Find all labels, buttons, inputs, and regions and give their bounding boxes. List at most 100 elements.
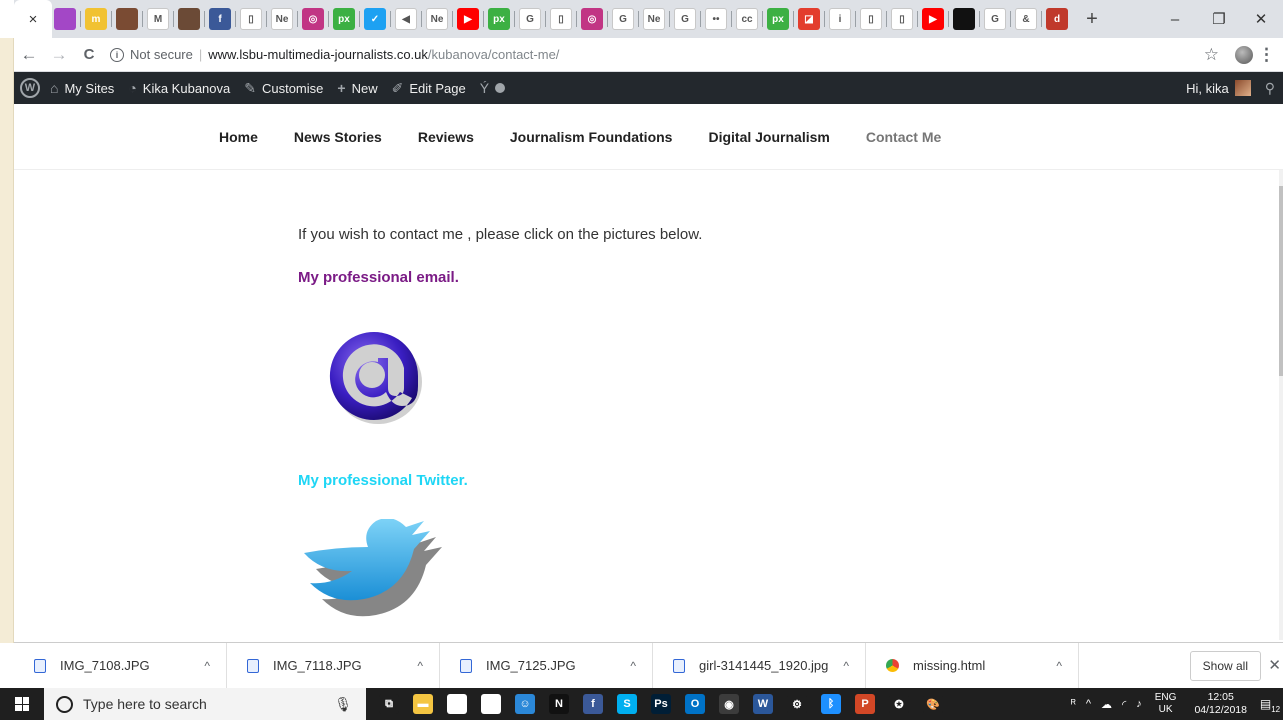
settings-icon[interactable]: ⚙: [787, 694, 807, 714]
google-icon[interactable]: G: [519, 8, 541, 30]
nav-news-stories[interactable]: News Stories: [294, 129, 382, 145]
page-icon[interactable]: ▯: [891, 8, 913, 30]
chevron-up-icon[interactable]: ^: [417, 659, 423, 673]
chevron-up-icon[interactable]: ^: [204, 659, 210, 673]
page-icon[interactable]: ▯: [550, 8, 572, 30]
nav-contact-me[interactable]: Contact Me: [866, 129, 941, 145]
download-item[interactable]: missing.html ^: [866, 642, 1079, 689]
active-tab[interactable]: ×: [14, 0, 52, 38]
outlook-icon[interactable]: O: [685, 694, 705, 714]
site-logo-icon[interactable]: m: [85, 8, 107, 30]
xbox-icon[interactable]: ✪: [889, 694, 909, 714]
email-at-icon[interactable]: [324, 326, 424, 426]
twitter-icon[interactable]: ✓: [364, 8, 386, 30]
reload-button[interactable]: C: [74, 46, 104, 63]
word-icon[interactable]: W: [753, 694, 773, 714]
wp-item-site-name[interactable]: ◔ Kika Kubanova: [128, 80, 230, 96]
microphone-icon[interactable]: 🎙: [334, 696, 352, 713]
person-photo-icon[interactable]: [178, 8, 200, 30]
mail-icon[interactable]: ✉: [481, 694, 501, 714]
people-icon[interactable]: ᴿ: [1071, 698, 1076, 710]
download-item[interactable]: IMG_7125.JPG ^: [440, 642, 653, 689]
facebook-icon[interactable]: f: [209, 8, 231, 30]
language-indicator[interactable]: ENG UK: [1155, 692, 1177, 716]
wp-account[interactable]: Hi, kika ⚲: [1186, 80, 1275, 97]
omnibox[interactable]: i Not secure | www.lsbu-multimedia-journ…: [110, 42, 1170, 68]
wp-item-yoast[interactable]: Ý: [480, 80, 506, 96]
paint-icon[interactable]: 🎨: [923, 694, 943, 714]
wp-item-my-sites[interactable]: ⌂ My Sites: [50, 80, 114, 96]
task-view-icon[interactable]: ⧉: [379, 694, 399, 714]
google-icon[interactable]: G: [612, 8, 634, 30]
maximize-button[interactable]: ❐: [1197, 0, 1241, 38]
purple-square-icon[interactable]: [54, 8, 76, 30]
download-item[interactable]: IMG_7108.JPG ^: [14, 642, 227, 689]
audio-icon[interactable]: ◀: [395, 8, 417, 30]
close-icon[interactable]: ✕: [1268, 656, 1281, 674]
clock[interactable]: 12:05 04/12/2018: [1194, 691, 1247, 717]
notification-center-icon[interactable]: ▤12: [1257, 695, 1283, 714]
forward-button[interactable]: →: [44, 45, 74, 65]
instagram-icon[interactable]: ◎: [581, 8, 603, 30]
chevron-up-icon[interactable]: ^: [630, 659, 636, 673]
bookmark-star-icon[interactable]: ☆: [1204, 45, 1219, 65]
px-icon[interactable]: px: [488, 8, 510, 30]
red-app-icon[interactable]: ◪: [798, 8, 820, 30]
flickr-icon[interactable]: ••: [705, 8, 727, 30]
page-icon[interactable]: ▯: [240, 8, 262, 30]
volume-icon[interactable]: ♪: [1136, 698, 1142, 710]
nav-home[interactable]: Home: [219, 129, 258, 145]
wp-item-edit-page[interactable]: ✐ Edit Page: [392, 80, 466, 97]
nav-reviews[interactable]: Reviews: [418, 129, 474, 145]
search-icon[interactable]: ⚲: [1265, 80, 1275, 97]
start-button[interactable]: [0, 688, 44, 720]
chevron-up-icon[interactable]: ^: [1086, 698, 1091, 710]
google-icon[interactable]: G: [984, 8, 1006, 30]
chevron-up-icon[interactable]: ^: [1056, 659, 1062, 673]
powerpoint-icon[interactable]: P: [855, 694, 875, 714]
ne-icon[interactable]: Ne: [643, 8, 665, 30]
wifi-icon[interactable]: ◜: [1122, 698, 1126, 711]
facebook-icon[interactable]: f: [583, 694, 603, 714]
taskbar-search-input[interactable]: Type here to search 🎙: [44, 688, 366, 720]
px-icon[interactable]: px: [767, 8, 789, 30]
instagram-icon[interactable]: ◎: [302, 8, 324, 30]
px-icon[interactable]: px: [333, 8, 355, 30]
minimize-button[interactable]: –: [1153, 0, 1197, 38]
back-button[interactable]: ←: [14, 45, 44, 65]
people-icon[interactable]: ☺: [515, 694, 535, 714]
info-icon[interactable]: i: [110, 47, 124, 62]
photoshop-icon[interactable]: Ps: [651, 694, 671, 714]
show-all-button[interactable]: Show all: [1189, 651, 1261, 681]
youtube-icon[interactable]: ▶: [922, 8, 944, 30]
black-square-icon[interactable]: [953, 8, 975, 30]
youtube-icon[interactable]: ▶: [457, 8, 479, 30]
new-tab-button[interactable]: +: [1080, 8, 1104, 31]
close-window-button[interactable]: ✕: [1239, 0, 1283, 38]
netflix-icon[interactable]: N: [549, 694, 569, 714]
close-tab-icon[interactable]: ×: [29, 11, 38, 28]
ne-icon[interactable]: Ne: [426, 8, 448, 30]
link-icon[interactable]: &: [1015, 8, 1037, 30]
red-circle-icon[interactable]: d: [1046, 8, 1068, 30]
menu-kebab-icon[interactable]: ⋮: [1258, 45, 1275, 65]
chevron-up-icon[interactable]: ^: [843, 659, 849, 673]
skype-icon[interactable]: S: [617, 694, 637, 714]
wordpress-logo-icon[interactable]: W: [20, 78, 40, 98]
onedrive-icon[interactable]: ☁: [1101, 698, 1112, 711]
ne-icon[interactable]: Ne: [271, 8, 293, 30]
gmail-icon[interactable]: M: [147, 8, 169, 30]
nav-journalism-foundations[interactable]: Journalism Foundations: [510, 129, 673, 145]
wp-item-new[interactable]: + New: [337, 80, 377, 96]
profile-avatar-icon[interactable]: [1235, 45, 1253, 64]
chrome-icon[interactable]: ◉: [719, 694, 739, 714]
creative-commons-icon[interactable]: cc: [736, 8, 758, 30]
file-explorer-icon[interactable]: ▬: [413, 694, 433, 714]
person-photo-icon[interactable]: [116, 8, 138, 30]
download-item[interactable]: girl-3141445_1920.jpg ^: [653, 642, 866, 689]
bluetooth-app-icon[interactable]: ᛒ: [821, 694, 841, 714]
scrollbar-thumb[interactable]: [1279, 186, 1283, 376]
twitter-bird-icon[interactable]: [298, 518, 443, 629]
wp-item-customise[interactable]: ✎ Customise: [244, 80, 323, 97]
google-icon[interactable]: G: [674, 8, 696, 30]
